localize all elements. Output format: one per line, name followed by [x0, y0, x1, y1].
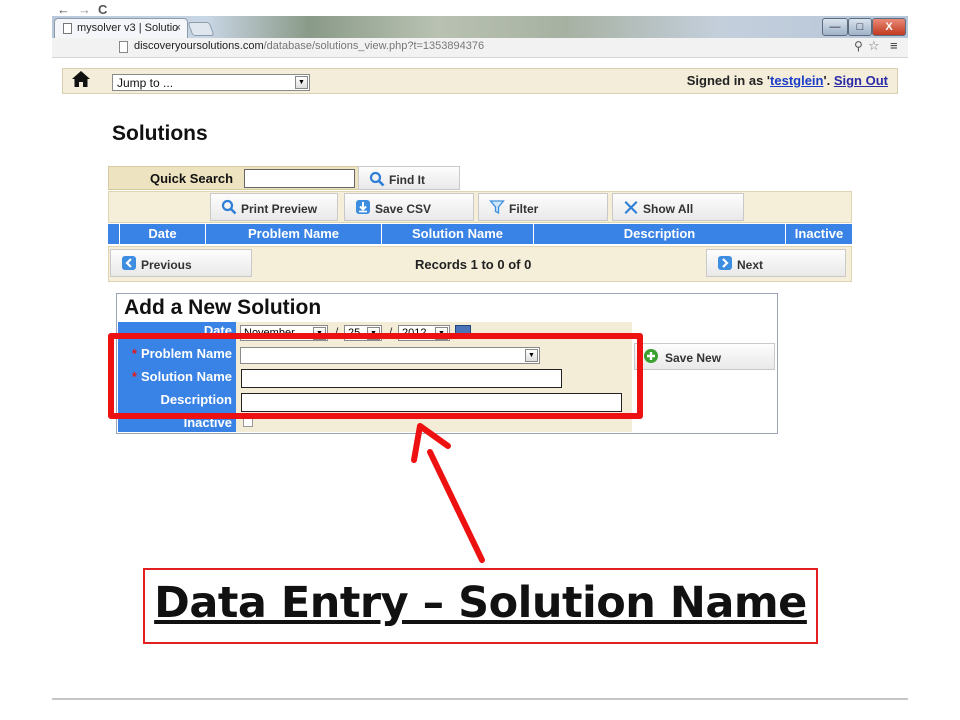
previous-button[interactable]: Previous: [110, 249, 252, 277]
caption-title: Data Entry – Solution Name: [154, 578, 807, 628]
plus-icon: [644, 349, 658, 363]
column-header-inactive[interactable]: Inactive: [786, 224, 852, 244]
previous-label: Previous: [141, 258, 192, 272]
jump-to-value: Jump to ...: [117, 76, 174, 90]
find-it-label: Find It: [389, 173, 425, 187]
signed-suffix: '.: [823, 73, 834, 88]
page-icon: [63, 23, 72, 34]
search-icon: [221, 199, 237, 215]
zoom-icon[interactable]: ⚲: [854, 39, 863, 53]
window-maximize-button[interactable]: □: [848, 18, 872, 36]
bookmark-star-icon[interactable]: ☆: [868, 38, 880, 54]
username-link[interactable]: testglein: [770, 73, 823, 88]
column-header-solution-name[interactable]: Solution Name: [382, 224, 534, 244]
print-preview-button[interactable]: Print Preview: [210, 193, 338, 221]
quick-search-input[interactable]: [244, 169, 355, 188]
forward-arrow-icon[interactable]: →: [78, 2, 91, 17]
column-header-date[interactable]: Date: [120, 224, 206, 244]
arrow-right-icon: [718, 256, 732, 270]
save-new-button[interactable]: Save New: [634, 343, 775, 370]
column-header-description[interactable]: Description: [534, 224, 786, 244]
jump-to-select[interactable]: Jump to ... ▼: [112, 74, 310, 91]
table-header-spacer: [108, 224, 120, 244]
quick-search-label: Quick Search: [150, 171, 234, 186]
search-icon: [369, 171, 385, 187]
address-host: discoveryoursolutions.com: [134, 40, 264, 52]
form-title: Add a New Solution: [124, 296, 322, 319]
chevron-down-icon: ▼: [295, 76, 308, 89]
address-bar[interactable]: discoveryoursolutions.com/database/solut…: [134, 40, 484, 52]
home-icon[interactable]: [70, 68, 92, 90]
filter-label: Filter: [509, 202, 539, 216]
window-close-button[interactable]: X: [872, 18, 906, 36]
save-csv-button[interactable]: Save CSV: [344, 193, 474, 221]
next-label: Next: [737, 258, 764, 272]
sign-out-link[interactable]: Sign Out: [834, 73, 888, 88]
print-preview-label: Print Preview: [241, 202, 318, 216]
browser-tab[interactable]: mysolver v3 | Solutio ×: [54, 18, 188, 38]
save-csv-label: Save CSV: [375, 202, 432, 216]
reload-icon[interactable]: C: [98, 2, 107, 17]
show-all-button[interactable]: Show All: [612, 193, 744, 221]
table-header: Date Problem Name Solution Name Descript…: [108, 224, 852, 244]
filter-icon: [489, 200, 505, 215]
show-all-label: Show All: [643, 202, 694, 216]
back-arrow-icon[interactable]: ←: [57, 2, 70, 17]
records-count: Records 1 to 0 of 0: [415, 257, 532, 272]
page-icon: [119, 41, 128, 53]
download-icon: [356, 200, 370, 214]
save-new-label: Save New: [665, 351, 722, 365]
pointer-arrow: [411, 423, 485, 563]
next-button[interactable]: Next: [706, 249, 846, 277]
signed-in-status: Signed in as 'testglein'. Sign Out: [687, 73, 888, 88]
find-it-button[interactable]: Find It: [358, 166, 460, 190]
slide-divider: [52, 698, 908, 700]
menu-icon[interactable]: ≡: [890, 38, 898, 53]
clear-x-icon: [624, 201, 638, 214]
highlight-box: [108, 333, 643, 419]
arrow-left-icon: [122, 256, 136, 270]
tab-close-icon[interactable]: ×: [175, 22, 181, 34]
filter-button[interactable]: Filter: [478, 193, 608, 221]
signed-prefix: Signed in as ': [686, 73, 771, 88]
new-tab-button[interactable]: [187, 22, 215, 36]
page-title: Solutions: [112, 122, 208, 145]
window-minimize-button[interactable]: —: [822, 18, 848, 36]
address-path: /database/solutions_view.php?t=135389437…: [263, 40, 485, 52]
column-header-problem-name[interactable]: Problem Name: [206, 224, 382, 244]
tab-title: mysolver v3 | Solutio: [77, 22, 179, 34]
